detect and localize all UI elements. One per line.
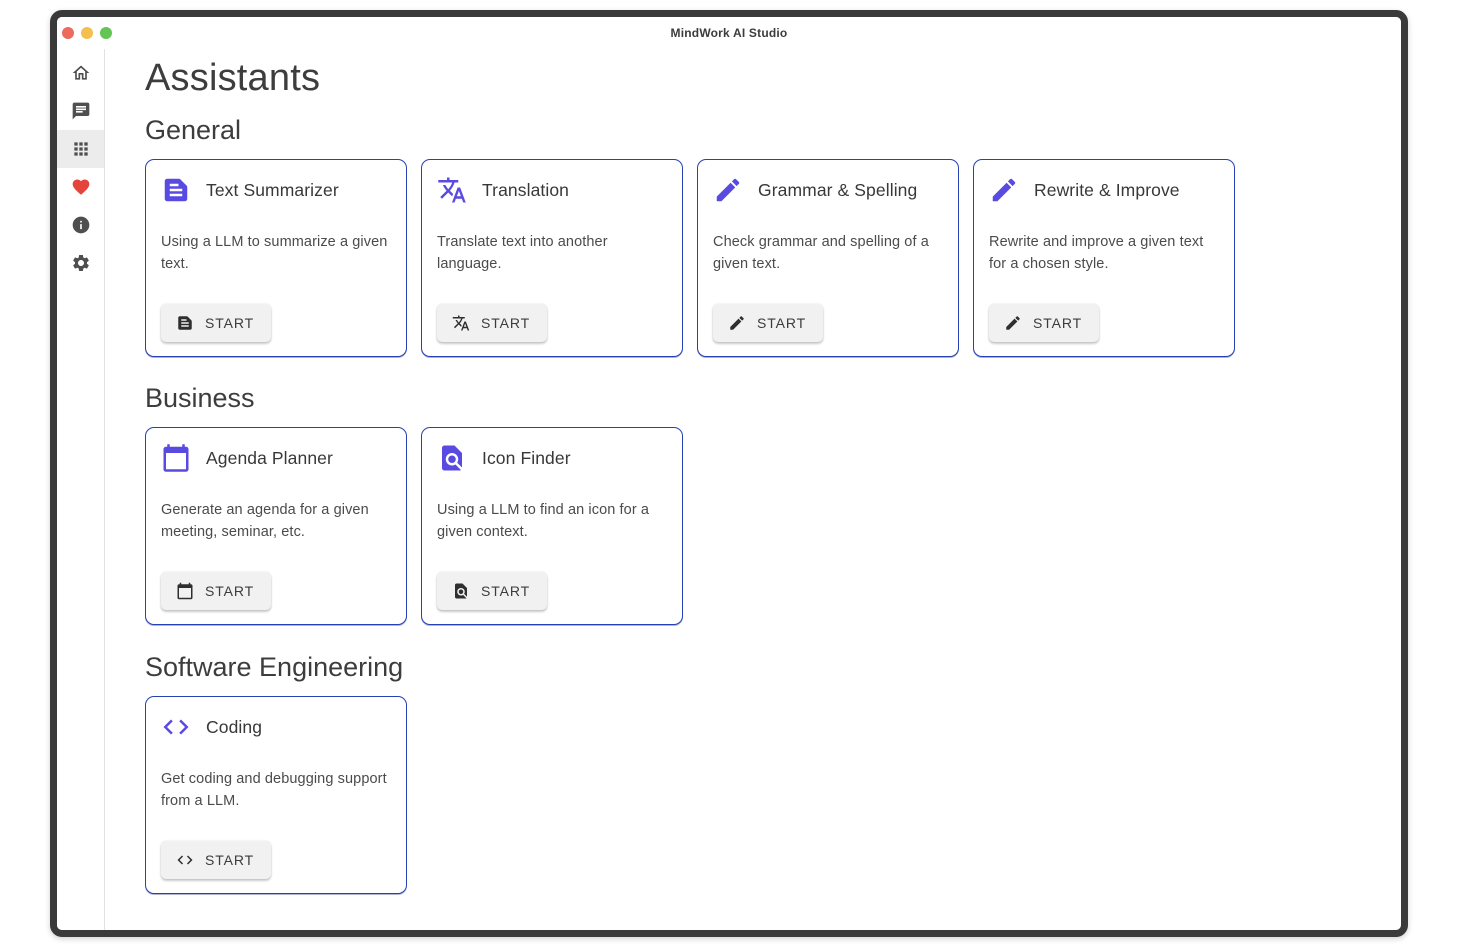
- sidebar-nav: [57, 49, 105, 930]
- assistant-card-agenda-planner: Agenda Planner Generate an agenda for a …: [145, 427, 407, 625]
- home-icon: [71, 63, 91, 83]
- start-button-label: START: [205, 852, 254, 868]
- section-heading-general: General: [145, 115, 1361, 146]
- text-snippet-icon: [161, 175, 191, 205]
- start-button-label: START: [205, 315, 254, 331]
- text-snippet-icon: [176, 314, 194, 332]
- assistant-card-translation: Translation Translate text into another …: [421, 159, 683, 357]
- card-description: Using a LLM to summarize a given text.: [161, 231, 391, 276]
- card-row-software-engineering: Coding Get coding and debugging support …: [145, 696, 1361, 894]
- card-header: Agenda Planner: [161, 443, 391, 473]
- card-header: Translation: [437, 175, 667, 205]
- calendar-icon: [176, 582, 194, 600]
- card-title: Coding: [206, 717, 262, 738]
- pencil-icon: [989, 175, 1019, 205]
- card-title: Rewrite & Improve: [1034, 180, 1180, 201]
- start-button-grammar-spelling[interactable]: START: [713, 304, 823, 342]
- page-title: Assistants: [145, 57, 1361, 100]
- card-header: Rewrite & Improve: [989, 175, 1219, 205]
- assistant-card-rewrite-improve: Rewrite & Improve Rewrite and improve a …: [973, 159, 1235, 357]
- find-in-page-icon: [452, 582, 470, 600]
- window-title: MindWork AI Studio: [671, 26, 788, 40]
- titlebar: MindWork AI Studio: [57, 17, 1401, 49]
- section-heading-business: Business: [145, 383, 1361, 414]
- card-description: Rewrite and improve a given text for a c…: [989, 231, 1219, 276]
- app-window: MindWork AI Studio: [50, 10, 1408, 937]
- start-button-label: START: [1033, 315, 1082, 331]
- chat-icon: [71, 101, 91, 121]
- card-title: Translation: [482, 180, 569, 201]
- start-button-rewrite-improve[interactable]: START: [989, 304, 1099, 342]
- window-controls: [62, 17, 112, 49]
- card-header: Icon Finder: [437, 443, 667, 473]
- assistant-card-icon-finder: Icon Finder Using a LLM to find an icon …: [421, 427, 683, 625]
- card-description: Check grammar and spelling of a given te…: [713, 231, 943, 276]
- card-row-business: Agenda Planner Generate an agenda for a …: [145, 427, 1361, 625]
- translate-icon: [452, 314, 470, 332]
- close-window-button[interactable]: [62, 27, 74, 39]
- pencil-icon: [728, 314, 746, 332]
- card-description: Get coding and debugging support from a …: [161, 768, 391, 813]
- card-title: Icon Finder: [482, 448, 571, 469]
- apps-grid-icon: [71, 139, 91, 159]
- start-button-label: START: [481, 315, 530, 331]
- card-header: Grammar & Spelling: [713, 175, 943, 205]
- sidebar-item-assistants[interactable]: [57, 130, 104, 168]
- start-button-agenda-planner[interactable]: START: [161, 572, 271, 610]
- desktop-background: MindWork AI Studio: [0, 0, 1457, 949]
- start-button-label: START: [481, 583, 530, 599]
- card-row-general: Text Summarizer Using a LLM to summarize…: [145, 159, 1361, 357]
- find-in-page-icon: [437, 443, 467, 473]
- card-title: Text Summarizer: [206, 180, 339, 201]
- code-icon: [161, 712, 191, 742]
- main-content: Assistants General Text Summarizer Using…: [105, 49, 1401, 930]
- start-button-coding[interactable]: START: [161, 841, 271, 879]
- card-title: Agenda Planner: [206, 448, 333, 469]
- start-button-translation[interactable]: START: [437, 304, 547, 342]
- zoom-window-button[interactable]: [100, 27, 112, 39]
- start-button-icon-finder[interactable]: START: [437, 572, 547, 610]
- card-description: Translate text into another language.: [437, 231, 667, 276]
- start-button-label: START: [205, 583, 254, 599]
- info-icon: [71, 215, 91, 235]
- sidebar-item-chats[interactable]: [57, 92, 104, 130]
- minimize-window-button[interactable]: [81, 27, 93, 39]
- section-heading-software-engineering: Software Engineering: [145, 652, 1361, 683]
- assistant-card-grammar-spelling: Grammar & Spelling Check grammar and spe…: [697, 159, 959, 357]
- heart-icon: [71, 177, 91, 197]
- start-button-label: START: [757, 315, 806, 331]
- sidebar-item-settings[interactable]: [57, 244, 104, 282]
- card-description: Using a LLM to find an icon for a given …: [437, 499, 667, 544]
- card-header: Text Summarizer: [161, 175, 391, 205]
- sidebar-item-about[interactable]: [57, 206, 104, 244]
- pencil-icon: [713, 175, 743, 205]
- assistant-card-text-summarizer: Text Summarizer Using a LLM to summarize…: [145, 159, 407, 357]
- pencil-icon: [1004, 314, 1022, 332]
- assistant-card-coding: Coding Get coding and debugging support …: [145, 696, 407, 894]
- start-button-text-summarizer[interactable]: START: [161, 304, 271, 342]
- calendar-icon: [161, 443, 191, 473]
- card-description: Generate an agenda for a given meeting, …: [161, 499, 391, 544]
- card-title: Grammar & Spelling: [758, 180, 917, 201]
- sidebar-item-favorites[interactable]: [57, 168, 104, 206]
- card-header: Coding: [161, 712, 391, 742]
- sidebar-item-home[interactable]: [57, 54, 104, 92]
- translate-icon: [437, 175, 467, 205]
- gear-icon: [71, 253, 91, 273]
- code-icon: [176, 851, 194, 869]
